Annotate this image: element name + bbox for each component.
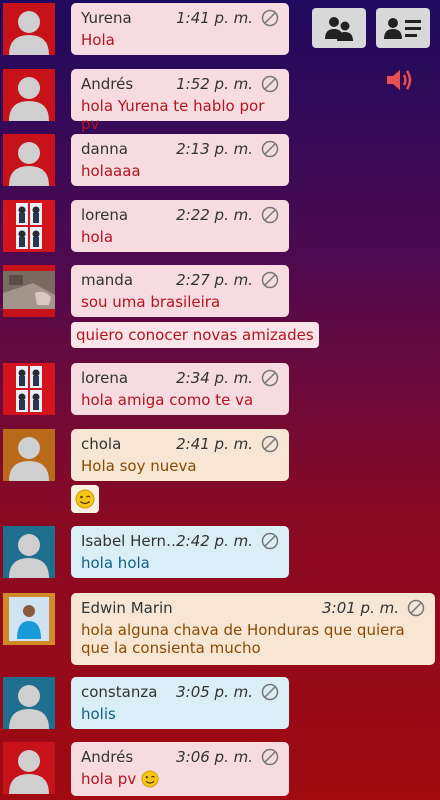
block-icon[interactable]	[407, 599, 425, 617]
block-icon[interactable]	[261, 748, 279, 766]
message-bubble: Andrés 1:52 p. m. hola Yurena te hablo p…	[71, 69, 289, 133]
message-time: 1:52 p. m.	[176, 75, 253, 93]
message-text: holis	[81, 705, 116, 723]
message-time: 2:34 p. m.	[176, 369, 253, 387]
message-text: sou uma brasileira	[81, 293, 221, 311]
message-time: 3:05 p. m.	[176, 683, 253, 701]
user-list-icon	[384, 18, 421, 39]
message-text: holaaaa	[81, 162, 141, 180]
message-bubble: chola 2:41 p. m. Hola soy nueva	[71, 429, 289, 481]
message-bubble: lorena 2:22 p. m. hola	[71, 200, 289, 252]
avatar-photo[interactable]	[3, 200, 55, 252]
avatar[interactable]	[3, 3, 55, 55]
message-bubble: danna 2:13 p. m. holaaaa	[71, 134, 289, 186]
message-text: hola pv	[81, 770, 137, 788]
block-icon[interactable]	[261, 206, 279, 224]
avatar-photo[interactable]	[3, 593, 55, 645]
users-button[interactable]	[312, 8, 366, 48]
avatar[interactable]	[3, 526, 55, 578]
sender-name[interactable]: Yurena	[81, 9, 176, 27]
avatar[interactable]	[3, 69, 55, 121]
wink-emoji-icon	[71, 485, 99, 513]
message-time: 2:27 p. m.	[176, 271, 253, 289]
message-time: 2:41 p. m.	[176, 435, 253, 453]
sender-name[interactable]: constanza	[81, 683, 176, 701]
block-icon[interactable]	[261, 683, 279, 701]
message-text: hola amiga como te va	[81, 391, 254, 409]
message-time: 3:01 p. m.	[322, 599, 399, 617]
user-list-button[interactable]	[376, 8, 430, 48]
avatar[interactable]	[3, 742, 55, 794]
message-text: Hola soy nueva	[81, 457, 197, 475]
avatar[interactable]	[3, 677, 55, 729]
message-text: hola	[81, 228, 114, 246]
message-text: hola Yurena te hablo por pv	[81, 97, 265, 133]
avatar-photo[interactable]	[3, 265, 55, 317]
message-text: Hola	[81, 31, 115, 49]
message-time: 2:13 p. m.	[176, 140, 253, 158]
users-icon	[325, 17, 353, 41]
avatar[interactable]	[3, 134, 55, 186]
block-icon[interactable]	[261, 532, 279, 550]
message-time: 3:06 p. m.	[176, 748, 253, 766]
block-icon[interactable]	[261, 271, 279, 289]
wink-emoji-icon	[141, 770, 159, 788]
sender-name[interactable]: Isabel Hern…	[81, 532, 176, 550]
message-time: 1:41 p. m.	[176, 9, 253, 27]
message-bubble: constanza 3:05 p. m. holis	[71, 677, 289, 729]
sender-name[interactable]: lorena	[81, 206, 176, 224]
sender-name[interactable]: lorena	[81, 369, 176, 387]
avatar[interactable]	[3, 429, 55, 481]
sender-name[interactable]: Andrés	[81, 75, 176, 93]
speaker-icon[interactable]	[385, 66, 415, 94]
avatar-photo[interactable]	[3, 363, 55, 415]
message-text: hola hola	[81, 554, 150, 572]
sender-name[interactable]: Andrés	[81, 748, 176, 766]
block-icon[interactable]	[261, 369, 279, 387]
message-bubble: Isabel Hern… 2:42 p. m. hola hola	[71, 526, 289, 578]
block-icon[interactable]	[261, 140, 279, 158]
message-bubble: Edwin Marin 3:01 p. m. hola alguna chava…	[71, 593, 435, 665]
message-time: 2:42 p. m.	[176, 532, 253, 550]
block-icon[interactable]	[261, 9, 279, 27]
message-text: hola alguna chava de Honduras que quiera…	[81, 621, 405, 657]
message-bubble: Yurena 1:41 p. m. Hola	[71, 3, 289, 55]
message-text-row: hola pv	[81, 770, 279, 788]
sender-name[interactable]: chola	[81, 435, 176, 453]
message-bubble: Andrés 3:06 p. m. hola pv	[71, 742, 289, 796]
block-icon[interactable]	[261, 75, 279, 93]
sender-name[interactable]: danna	[81, 140, 176, 158]
message-bubble: manda 2:27 p. m. sou uma brasileira	[71, 265, 289, 317]
message-time: 2:22 p. m.	[176, 206, 253, 224]
sender-name[interactable]: Edwin Marin	[81, 599, 322, 617]
sender-name[interactable]: manda	[81, 271, 176, 289]
message-followup: quiero conocer novas amizades	[71, 322, 319, 348]
message-bubble: lorena 2:34 p. m. hola amiga como te va	[71, 363, 289, 415]
block-icon[interactable]	[261, 435, 279, 453]
